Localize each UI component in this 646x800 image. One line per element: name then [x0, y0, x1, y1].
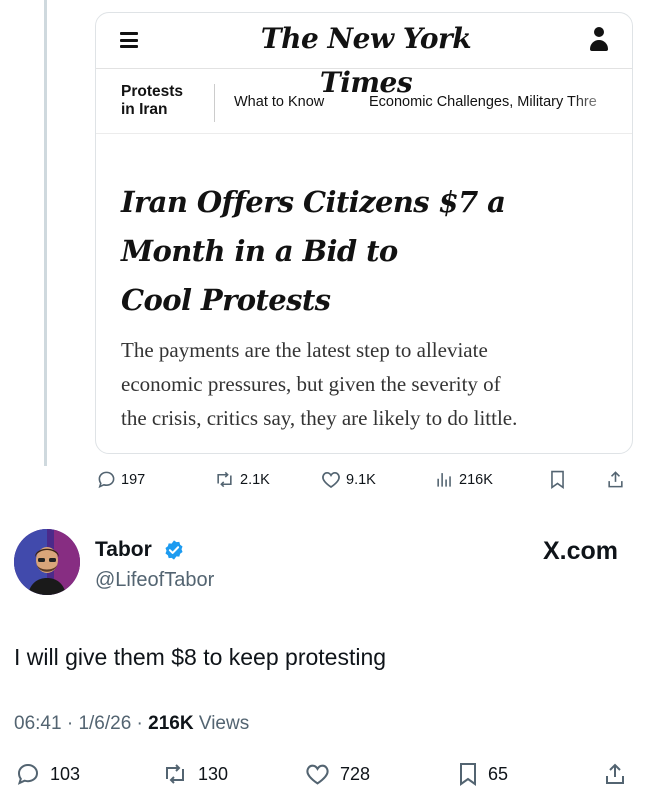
quoted-reply-button[interactable]: 197: [97, 470, 145, 489]
quoted-bookmark-button[interactable]: [549, 470, 566, 489]
avatar[interactable]: [14, 529, 80, 595]
bookmark-icon: [551, 470, 564, 489]
post-date[interactable]: 1/6/26: [78, 713, 131, 734]
quoted-share-button[interactable]: [606, 470, 625, 489]
share-icon: [606, 763, 624, 784]
menu-icon: [120, 32, 138, 48]
quoted-views-button[interactable]: 216K: [435, 470, 493, 489]
meta-separator: ·: [136, 713, 143, 734]
bookmark-button[interactable]: 65: [458, 762, 508, 786]
author-display-name[interactable]: Tabor: [95, 538, 152, 562]
account-icon: [588, 27, 610, 53]
nav-divider: [214, 84, 215, 122]
reply-button[interactable]: 103: [16, 762, 80, 786]
share-button[interactable]: [603, 762, 627, 786]
nav-fade: [572, 70, 632, 133]
like-icon: [322, 471, 340, 488]
nyt-header: The New York Times: [96, 13, 632, 99]
like-button[interactable]: 728: [305, 762, 370, 786]
verified-badge-icon: [165, 540, 183, 560]
views-icon: [437, 473, 451, 487]
post-text: I will give them $8 to keep protesting: [14, 644, 387, 670]
reply-icon: [98, 471, 115, 489]
site-watermark: X.com: [542, 537, 618, 565]
thread-connector-line: [44, 0, 47, 466]
views-label: Views: [198, 713, 250, 734]
section-label: Protests in Iran: [121, 83, 184, 118]
quoted-repost-button[interactable]: 2.1K: [214, 470, 270, 489]
nav-link-what-to-know: What to Know: [234, 94, 325, 110]
author-handle[interactable]: @LifeofTabor: [95, 568, 214, 592]
post-time[interactable]: 06:41: [14, 713, 62, 734]
avatar-image: [14, 529, 80, 595]
quoted-article-card[interactable]: The New York Times Protests in Iran What…: [95, 12, 633, 454]
views-count: 216K: [148, 713, 194, 734]
reply-icon: [17, 763, 39, 785]
meta-separator: ·: [66, 713, 74, 734]
share-icon: [608, 471, 623, 488]
quoted-like-button[interactable]: 9.1K: [321, 470, 376, 489]
article-headline: Iran Offers Citizens $7 a Month in a Bid…: [121, 185, 506, 317]
repost-icon: [217, 471, 232, 488]
post-metadata: 06:41 · 1/6/26 · 216K Views: [14, 712, 249, 736]
repost-button[interactable]: 130: [162, 762, 228, 786]
article-summary: The payments are the latest step to alle…: [121, 338, 518, 430]
section-nav: Protests in Iran What to Know Economic C…: [96, 70, 632, 134]
nav-link-economic-challenges: Economic Challenges, Military Thre: [369, 94, 597, 110]
bookmark-icon: [460, 763, 476, 786]
repost-icon: [166, 764, 184, 784]
like-icon: [306, 764, 329, 785]
